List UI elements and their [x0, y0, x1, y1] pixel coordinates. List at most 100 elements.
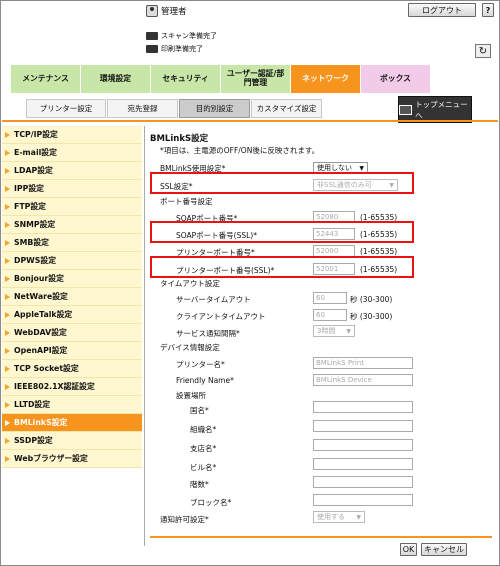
user-info: 管理者 [146, 5, 187, 17]
sidebar-item-ftp[interactable]: FTP設定 [2, 198, 142, 216]
refresh-icon[interactable]: ↻ [475, 44, 491, 58]
scanner-icon [146, 32, 158, 40]
arrow-icon [5, 203, 10, 210]
floor-input[interactable] [313, 476, 413, 488]
sidebar-item-bonjour[interactable]: Bonjour設定 [2, 270, 142, 288]
printer-name-input[interactable]: BMLinkS Print [313, 357, 413, 369]
building-input[interactable] [313, 458, 413, 470]
arrow-icon [5, 185, 10, 192]
sidebar-item-bmlinks[interactable]: BMLinkS設定 [2, 414, 142, 432]
timeout-section-label: タイムアウト設定 [160, 279, 220, 288]
top-menu-button[interactable]: トップメニューへ [398, 96, 472, 123]
sub-tabs: プリンター設定 宛先登録 目的別設定 カスタマイズ設定 [26, 99, 323, 118]
user-icon [146, 5, 158, 17]
tab-customize-settings[interactable]: カスタマイズ設定 [251, 99, 322, 118]
block-label: ブロック名* [190, 498, 232, 507]
notify-permit-select[interactable]: 使用する ▼ [313, 511, 365, 523]
sidebar-divider [144, 126, 145, 546]
branch-label: 支店名* [190, 444, 217, 453]
print-status: 印刷準備完了 [146, 44, 203, 54]
sidebar-item-ldap[interactable]: LDAP設定 [2, 162, 142, 180]
arrow-icon [5, 257, 10, 264]
country-label: 国名* [190, 406, 209, 415]
ok-button[interactable]: OK [400, 543, 417, 556]
friendly-name-label: Friendly Name* [176, 376, 234, 385]
tab-printer-settings[interactable]: プリンター設定 [26, 99, 106, 118]
tab-box[interactable]: ボックス [361, 65, 431, 93]
sidebar-item-lltd[interactable]: LLTD設定 [2, 396, 142, 414]
logout-button[interactable]: ログアウト [408, 3, 476, 17]
sidebar-item-tcpip[interactable]: TCP/IP設定 [2, 126, 142, 144]
sidebar-item-web-browser[interactable]: Webブラウザー設定 [2, 450, 142, 468]
dropdown-arrow-icon: ▼ [359, 164, 364, 172]
arrow-icon [5, 221, 10, 228]
arrow-icon [5, 401, 10, 408]
sidebar-item-tcp-socket[interactable]: TCP Socket設定 [2, 360, 142, 378]
sidebar-item-ipp[interactable]: IPP設定 [2, 180, 142, 198]
printer-icon [146, 45, 158, 53]
block-input[interactable] [313, 494, 413, 506]
home-menu-icon [399, 104, 413, 115]
arrow-icon [5, 455, 10, 462]
sidebar-item-webdav[interactable]: WebDAV設定 [2, 324, 142, 342]
notify-permit-label: 通知許可設定* [160, 515, 209, 524]
sidebar-item-email[interactable]: E-mail設定 [2, 144, 142, 162]
arrow-icon [5, 149, 10, 156]
friendly-name-input[interactable]: BMLinkS Device [313, 374, 413, 386]
country-input[interactable] [313, 401, 413, 413]
tab-purpose-settings[interactable]: 目的別設定 [179, 99, 250, 118]
arrow-icon [5, 419, 10, 426]
sidebar-item-ssdp[interactable]: SSDP設定 [2, 432, 142, 450]
sidebar-item-dpws[interactable]: DPWS設定 [2, 252, 142, 270]
highlight-soap-ssl [150, 221, 414, 243]
sidebar-item-smb[interactable]: SMB設定 [2, 234, 142, 252]
arrow-icon [5, 365, 10, 372]
client-timeout-input[interactable]: 60 [313, 309, 347, 321]
printer-port-range: (1-65535) [360, 247, 398, 256]
arrow-icon [5, 275, 10, 282]
tab-security[interactable]: セキュリティ [151, 65, 221, 93]
arrow-icon [5, 437, 10, 444]
arrow-icon [5, 167, 10, 174]
arrow-icon [5, 329, 10, 336]
notify-interval-label: サービス通知間隔* [176, 329, 240, 338]
arrow-icon [5, 239, 10, 246]
footer-divider [150, 536, 492, 538]
highlight-ssl [150, 172, 414, 194]
help-button[interactable]: ? [482, 3, 494, 17]
port-section-label: ポート番号設定 [160, 197, 213, 206]
floor-label: 階数* [190, 480, 209, 489]
highlight-printer-ssl [150, 256, 414, 278]
server-timeout-input[interactable]: 60 [313, 292, 347, 304]
client-timeout-range: 秒 (30-300) [350, 312, 393, 321]
branch-input[interactable] [313, 439, 413, 451]
arrow-icon [5, 131, 10, 138]
organization-input[interactable] [313, 420, 413, 432]
header-divider [2, 120, 498, 122]
dropdown-arrow-icon: ▼ [356, 513, 361, 521]
printer-name-label: プリンター名* [176, 360, 225, 369]
tab-address-registration[interactable]: 宛先登録 [107, 99, 178, 118]
tab-network[interactable]: ネットワーク [291, 65, 361, 93]
sidebar-item-appletalk[interactable]: AppleTalk設定 [2, 306, 142, 324]
arrow-icon [5, 311, 10, 318]
sidebar-item-snmp[interactable]: SNMP設定 [2, 216, 142, 234]
dropdown-arrow-icon: ▼ [346, 327, 351, 335]
arrow-icon [5, 293, 10, 300]
tab-user-auth[interactable]: ユーザー認証/部門管理 [221, 65, 291, 93]
main-tabs: メンテナンス 環境設定 セキュリティ ユーザー認証/部門管理 ネットワーク ボッ… [11, 65, 431, 93]
sidebar-item-ieee8021x[interactable]: IEEE802.1X認証設定 [2, 378, 142, 396]
device-section-label: デバイス情報設定 [160, 343, 220, 352]
sidebar-item-netware[interactable]: NetWare設定 [2, 288, 142, 306]
arrow-icon [5, 383, 10, 390]
scan-status: スキャン準備完了 [146, 31, 217, 41]
cancel-button[interactable]: キャンセル [421, 543, 467, 556]
tab-environment[interactable]: 環境設定 [81, 65, 151, 93]
location-label: 設置場所 [176, 391, 206, 400]
tab-maintenance[interactable]: メンテナンス [11, 65, 81, 93]
sidebar: TCP/IP設定 E-mail設定 LDAP設定 IPP設定 FTP設定 SNM… [2, 126, 142, 468]
notify-interval-select[interactable]: 3時間 ▼ [313, 325, 355, 337]
sidebar-item-openapi[interactable]: OpenAPI設定 [2, 342, 142, 360]
building-label: ビル名* [190, 463, 217, 472]
page-title: BMLinkS設定 [150, 134, 209, 144]
